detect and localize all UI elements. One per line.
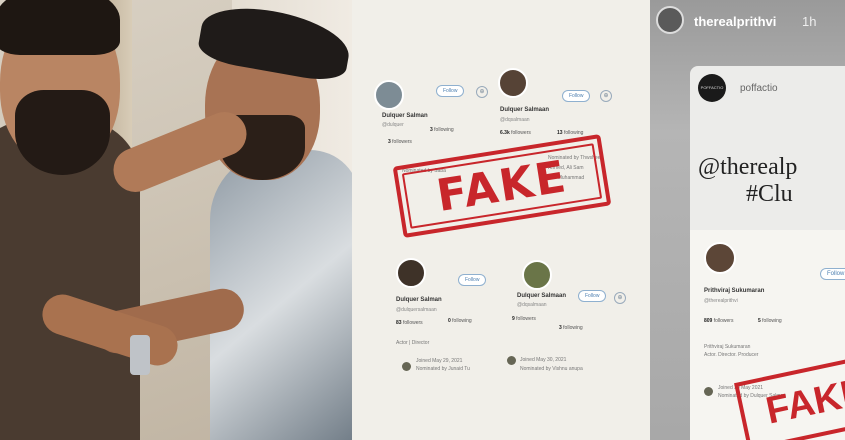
story-panel: therealprithvi 1h POFFACTIO poffactio @t… — [650, 0, 845, 440]
follow-button[interactable]: Follow — [578, 290, 607, 302]
follow-button[interactable]: Follow — [458, 274, 487, 286]
avatar — [704, 242, 736, 274]
fake-profiles-panel: Follow ⊕ Dulquer Salman @dulquer 3 follo… — [352, 0, 650, 440]
nominator-avatar — [402, 362, 411, 371]
profile-name: Dulquer Salmaan — [500, 107, 550, 113]
followers-stat: 809 followers — [704, 318, 734, 324]
story-time: 1h — [802, 14, 817, 29]
followers-stat: 3 followers — [388, 139, 412, 145]
post-avatar: POFFACTIO — [698, 74, 726, 102]
following-stat: 3 following — [430, 127, 454, 133]
follow-button[interactable]: Follow — [562, 90, 591, 102]
avatar — [498, 68, 528, 98]
post-text-mention: @therealp — [698, 154, 798, 180]
profile-handle: @dqsalmaan — [517, 302, 547, 308]
fake-stamp: FAKE — [392, 134, 612, 238]
followers-stat: 9 followers — [512, 316, 536, 322]
story-username[interactable]: therealprithvi — [694, 14, 776, 29]
profile-bio: Actor. Director. Producer — [704, 352, 759, 358]
wrist-watch — [130, 335, 150, 375]
nominator-avatar — [507, 356, 516, 365]
story-avatar[interactable] — [656, 6, 684, 34]
profile-handle: @therealprithvi — [704, 298, 738, 304]
profile-name: Dulquer Salman — [382, 113, 428, 119]
notification-icon[interactable]: ⊕ — [600, 90, 612, 102]
nominated-by: Nominated by Vishnu anupa — [520, 366, 583, 372]
post-text-hashtag: #Clu — [746, 181, 793, 207]
avatar — [522, 260, 552, 290]
follow-button[interactable]: Follow — [820, 268, 845, 280]
nominator-avatar — [704, 387, 713, 396]
following-stat: 0 following — [448, 318, 472, 324]
notification-icon[interactable]: ⊕ — [614, 292, 626, 304]
profile-name: Prithviraj Sukumaran — [704, 288, 765, 294]
following-stat: 13 following — [557, 130, 584, 136]
profile-bio-name: Prithviraj Sukumaran — [704, 344, 751, 350]
stamp-text: FAKE — [762, 369, 845, 433]
joined-date: Joined May 30, 2021 — [520, 357, 567, 363]
followers-stat: 83 followers — [396, 320, 423, 326]
profile-handle: @dulquersalmaan — [396, 307, 437, 313]
profile-name: Dulquer Salman — [396, 297, 442, 303]
following-stat: 5 following — [758, 318, 782, 324]
nominated-by: Nominated by Junaid Tu — [416, 366, 470, 372]
profile-name: Dulquer Salmaan — [517, 293, 567, 299]
notification-icon[interactable]: ⊕ — [476, 86, 488, 98]
profile-handle: @dulquer — [382, 122, 404, 128]
profile-bio: Actor | Director — [396, 340, 430, 346]
person-left-hair — [0, 0, 120, 55]
avatar — [374, 80, 404, 110]
avatar — [396, 258, 426, 288]
post-author: poffactio — [740, 83, 778, 94]
followers-stat: 6.3k followers — [500, 130, 531, 136]
following-stat: 3 following — [559, 325, 583, 331]
photo-panel — [0, 0, 352, 440]
stamp-inner-border — [401, 143, 603, 229]
profile-handle: @dqsalmaan — [500, 117, 530, 123]
follow-button[interactable]: Follow — [436, 85, 465, 97]
person-left-beard — [15, 90, 110, 175]
joined-date: Joined May 29, 2021 — [416, 358, 463, 364]
